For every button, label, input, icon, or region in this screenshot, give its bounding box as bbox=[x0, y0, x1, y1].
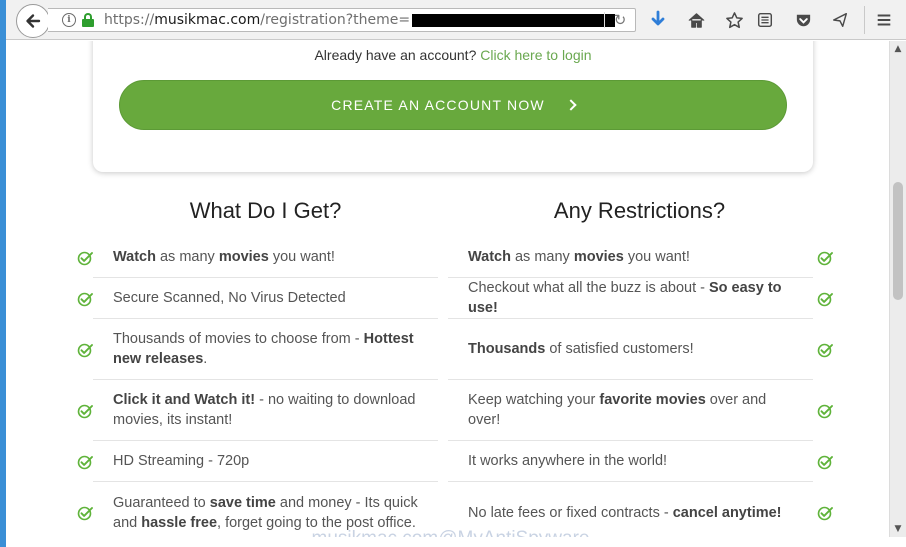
left-benefit-text: Click it and Watch it! - no waiting to d… bbox=[113, 392, 416, 428]
left-benefit-row: Watch as many movies you want! bbox=[77, 237, 438, 278]
vertical-scrollbar[interactable]: ▲ ▼ bbox=[889, 41, 906, 537]
check-icon bbox=[817, 291, 833, 307]
right-benefit-row: Thousands of satisfied customers! bbox=[448, 319, 833, 380]
right-column-title: Any Restrictions? bbox=[553, 198, 726, 223]
right-benefit-row: Watch as many movies you want! bbox=[448, 237, 833, 278]
right-benefit-text: Watch as many movies you want! bbox=[468, 249, 690, 265]
url-bar[interactable]: i https://musikmac.com/registration?them… bbox=[48, 8, 636, 32]
pocket-icon[interactable] bbox=[791, 8, 815, 32]
back-button[interactable] bbox=[16, 4, 50, 38]
check-icon bbox=[77, 454, 93, 470]
left-benefit-row: Thousands of movies to choose from - Hot… bbox=[77, 319, 438, 380]
create-account-label: CREATE AN ACCOUNT NOW bbox=[331, 97, 545, 113]
url-text: https://musikmac.com/registration?theme= bbox=[104, 12, 411, 28]
right-benefit-text: No late fees or fixed contracts - cancel… bbox=[468, 504, 782, 521]
check-icon bbox=[77, 342, 93, 358]
download-icon[interactable] bbox=[646, 8, 670, 32]
right-benefit-text: It works anywhere in the world! bbox=[468, 453, 668, 469]
left-benefit-text: HD Streaming - 720p bbox=[113, 453, 250, 469]
check-icon bbox=[77, 291, 93, 307]
check-icon bbox=[817, 454, 833, 470]
send-icon[interactable] bbox=[828, 8, 852, 32]
watermark: musikmac.com@MyAntiSpyware bbox=[12, 528, 889, 537]
left-benefit-row: Click it and Watch it! - no waiting to d… bbox=[77, 380, 438, 441]
right-benefit-text: Keep watching your favorite movies over … bbox=[468, 392, 767, 428]
login-link[interactable]: Click here to login bbox=[480, 47, 591, 63]
lock-icon bbox=[82, 13, 94, 27]
reload-icon[interactable]: ↻ bbox=[611, 11, 629, 29]
check-icon bbox=[817, 403, 833, 419]
right-benefit-row: Checkout what all the buzz is about - So… bbox=[448, 278, 833, 319]
left-benefit-row: Secure Scanned, No Virus Detected bbox=[77, 278, 438, 319]
star-icon[interactable] bbox=[722, 8, 746, 32]
check-icon bbox=[817, 505, 833, 521]
url-redaction bbox=[412, 13, 616, 27]
chevron-right-icon bbox=[565, 99, 577, 111]
login-prompt: Already have an account? Click here to l… bbox=[314, 47, 592, 63]
right-benefit-text: Thousands of satisfied customers! bbox=[468, 341, 694, 357]
right-benefit-row: Keep watching your favorite movies over … bbox=[448, 380, 833, 441]
right-benefit-row: It works anywhere in the world! bbox=[448, 441, 833, 482]
left-benefit-text: Thousands of movies to choose from - Hot… bbox=[113, 331, 414, 367]
browser-window: i https://musikmac.com/registration?them… bbox=[0, 0, 906, 547]
right-benefit-text: Checkout what all the buzz is about - So… bbox=[468, 280, 782, 316]
reading-list-icon[interactable] bbox=[753, 8, 777, 32]
page-content: Already have an account? Click here to l… bbox=[12, 41, 889, 537]
info-icon[interactable]: i bbox=[62, 13, 76, 27]
home-icon[interactable] bbox=[684, 8, 708, 32]
create-account-button[interactable]: CREATE AN ACCOUNT NOW bbox=[119, 80, 787, 130]
left-column-title: What Do I Get? bbox=[189, 198, 342, 223]
check-icon bbox=[77, 403, 93, 419]
check-icon bbox=[817, 342, 833, 358]
left-benefit-row: HD Streaming - 720p bbox=[77, 441, 438, 482]
left-benefit-text: Watch as many movies you want! bbox=[113, 249, 335, 265]
registration-card: Already have an account? Click here to l… bbox=[93, 41, 813, 172]
left-benefit-text: Guaranteed to save time and money - Its … bbox=[113, 494, 418, 531]
scroll-up-arrow-icon[interactable]: ▲ bbox=[890, 41, 906, 57]
check-icon bbox=[77, 250, 93, 266]
menu-icon[interactable] bbox=[872, 8, 896, 32]
browser-toolbar: i https://musikmac.com/registration?them… bbox=[6, 0, 906, 40]
back-arrow-icon bbox=[26, 14, 41, 28]
check-icon bbox=[817, 250, 833, 266]
scrollbar-thumb[interactable] bbox=[893, 182, 903, 300]
check-icon bbox=[77, 505, 93, 521]
left-benefit-text: Secure Scanned, No Virus Detected bbox=[113, 290, 346, 306]
scroll-down-arrow-icon[interactable]: ▼ bbox=[890, 521, 906, 537]
